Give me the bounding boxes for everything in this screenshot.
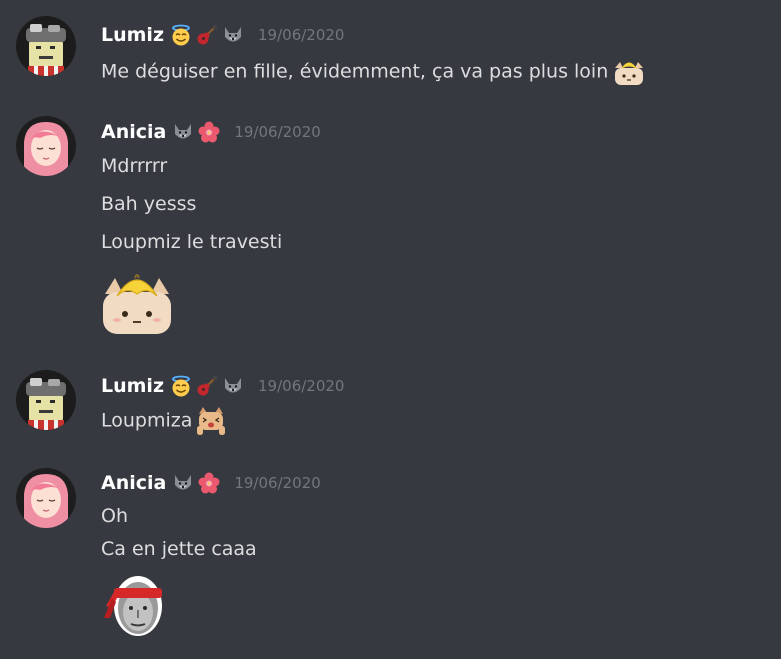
avatar-anicia[interactable] [16,116,76,176]
message-header: Lumiz 19/06/2020 [101,22,344,48]
hibiscus-emoji-icon [198,472,220,494]
message-text: Bah yesss [101,193,197,215]
message-text: Loupmiz le travesti [101,231,283,253]
guitar-emoji-icon [197,376,218,396]
username[interactable]: Lumiz [101,24,164,46]
banana-cat-emoji-icon [103,274,171,334]
message-text: Me déguiser en fille, évidemment, ça va … [101,58,646,86]
username[interactable]: Anicia [101,121,166,143]
wolf-emoji-icon [175,124,192,139]
smiling-halo-emoji-icon [172,375,190,397]
message-header: Lumiz 19/06/2020 [101,373,344,399]
timestamp[interactable]: 19/06/2020 [234,123,320,141]
message-text: Loupmiza [101,406,226,436]
timestamp[interactable]: 19/06/2020 [258,377,344,395]
wolf-emoji-icon [225,27,242,42]
timestamp[interactable]: 19/06/2020 [234,474,320,492]
message-text: Ca en jette caaa [101,538,257,560]
message-header: Anicia 19/06/2020 [101,470,321,496]
avatar-lumiz[interactable] [16,370,76,430]
message-header: Anicia 19/06/2020 [101,119,321,145]
banana-cat-emoji-icon [615,62,644,85]
username[interactable]: Lumiz [101,375,164,397]
excited-cat-emoji-icon [197,407,226,435]
username[interactable]: Anicia [101,472,166,494]
chat-log: Lumiz 19/06/2020 Me déguiser en fille, é… [0,0,781,659]
hibiscus-emoji-icon [198,121,220,143]
message-text: Oh [101,505,128,527]
avatar-anicia[interactable] [16,468,76,528]
wolf-emoji-icon [225,378,242,393]
smiling-halo-emoji-icon [172,24,190,46]
headband-face-emoji-icon [104,576,162,636]
message-text: Mdrrrrr [101,155,168,177]
timestamp[interactable]: 19/06/2020 [258,26,344,44]
guitar-emoji-icon [197,25,218,45]
wolf-emoji-icon [175,475,192,490]
avatar-lumiz[interactable] [16,16,76,76]
